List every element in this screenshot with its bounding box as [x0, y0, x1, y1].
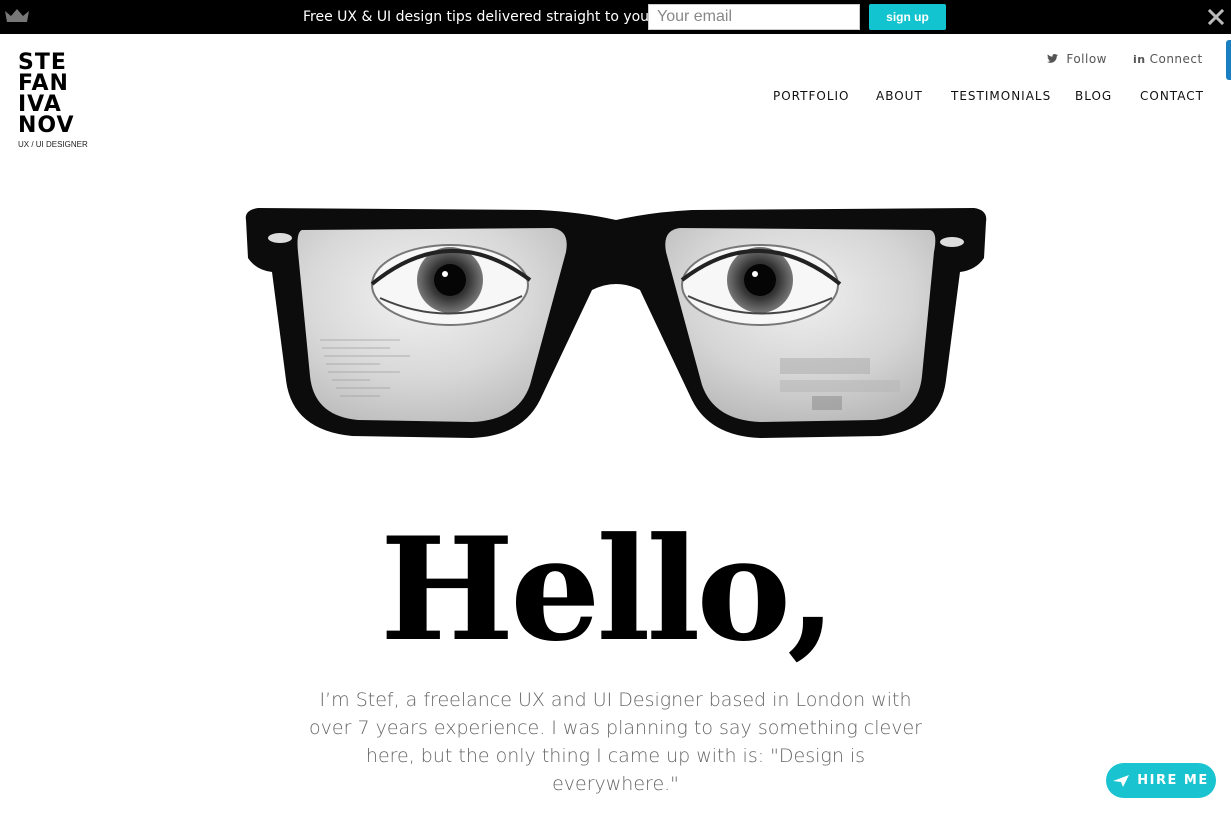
logo-line: FAN — [18, 71, 69, 96]
follow-label: Follow — [1066, 52, 1107, 66]
logo-tagline: UX / UI DESIGNER — [18, 140, 88, 149]
logo-line: STE — [18, 50, 67, 75]
glasses-illustration — [245, 208, 987, 438]
logo-line: NOV — [18, 113, 75, 138]
nav-portfolio[interactable]: PORTFOLIO — [773, 89, 850, 103]
side-feedback-tab[interactable] — [1226, 40, 1231, 80]
nav-about[interactable]: ABOUT — [876, 89, 923, 103]
connect-label: Connect — [1149, 52, 1203, 66]
hire-me-button[interactable]: HIRE ME — [1106, 763, 1216, 798]
newsletter-text: Free UX & UI design tips delivered strai… — [303, 9, 698, 25]
hero-heading: Hello, — [380, 507, 837, 673]
crown-icon — [5, 9, 29, 22]
paper-plane-icon — [1113, 774, 1130, 787]
intro-paragraph: I’m Stef, a freelance UX and UI Designer… — [309, 689, 922, 795]
nav-contact[interactable]: CONTACT — [1140, 89, 1204, 103]
newsletter-bar: Free UX & UI design tips delivered strai… — [0, 0, 1231, 34]
nav-blog[interactable]: BLOG — [1075, 89, 1112, 103]
signup-button[interactable]: sign up — [869, 4, 946, 30]
twitter-icon — [1047, 53, 1062, 66]
logo-line: IVA — [18, 92, 62, 117]
hire-me-label: HIRE ME — [1137, 773, 1209, 788]
linkedin-icon: in — [1133, 53, 1146, 66]
site-logo[interactable]: STE FAN IVA NOV — [18, 50, 75, 138]
linkedin-connect-link[interactable]: in Connect — [1133, 52, 1203, 66]
close-icon[interactable] — [1208, 9, 1224, 25]
twitter-follow-link[interactable]: Follow — [1047, 52, 1107, 66]
nav-testimonials[interactable]: TESTIMONIALS — [951, 89, 1051, 103]
email-input[interactable] — [648, 4, 860, 30]
